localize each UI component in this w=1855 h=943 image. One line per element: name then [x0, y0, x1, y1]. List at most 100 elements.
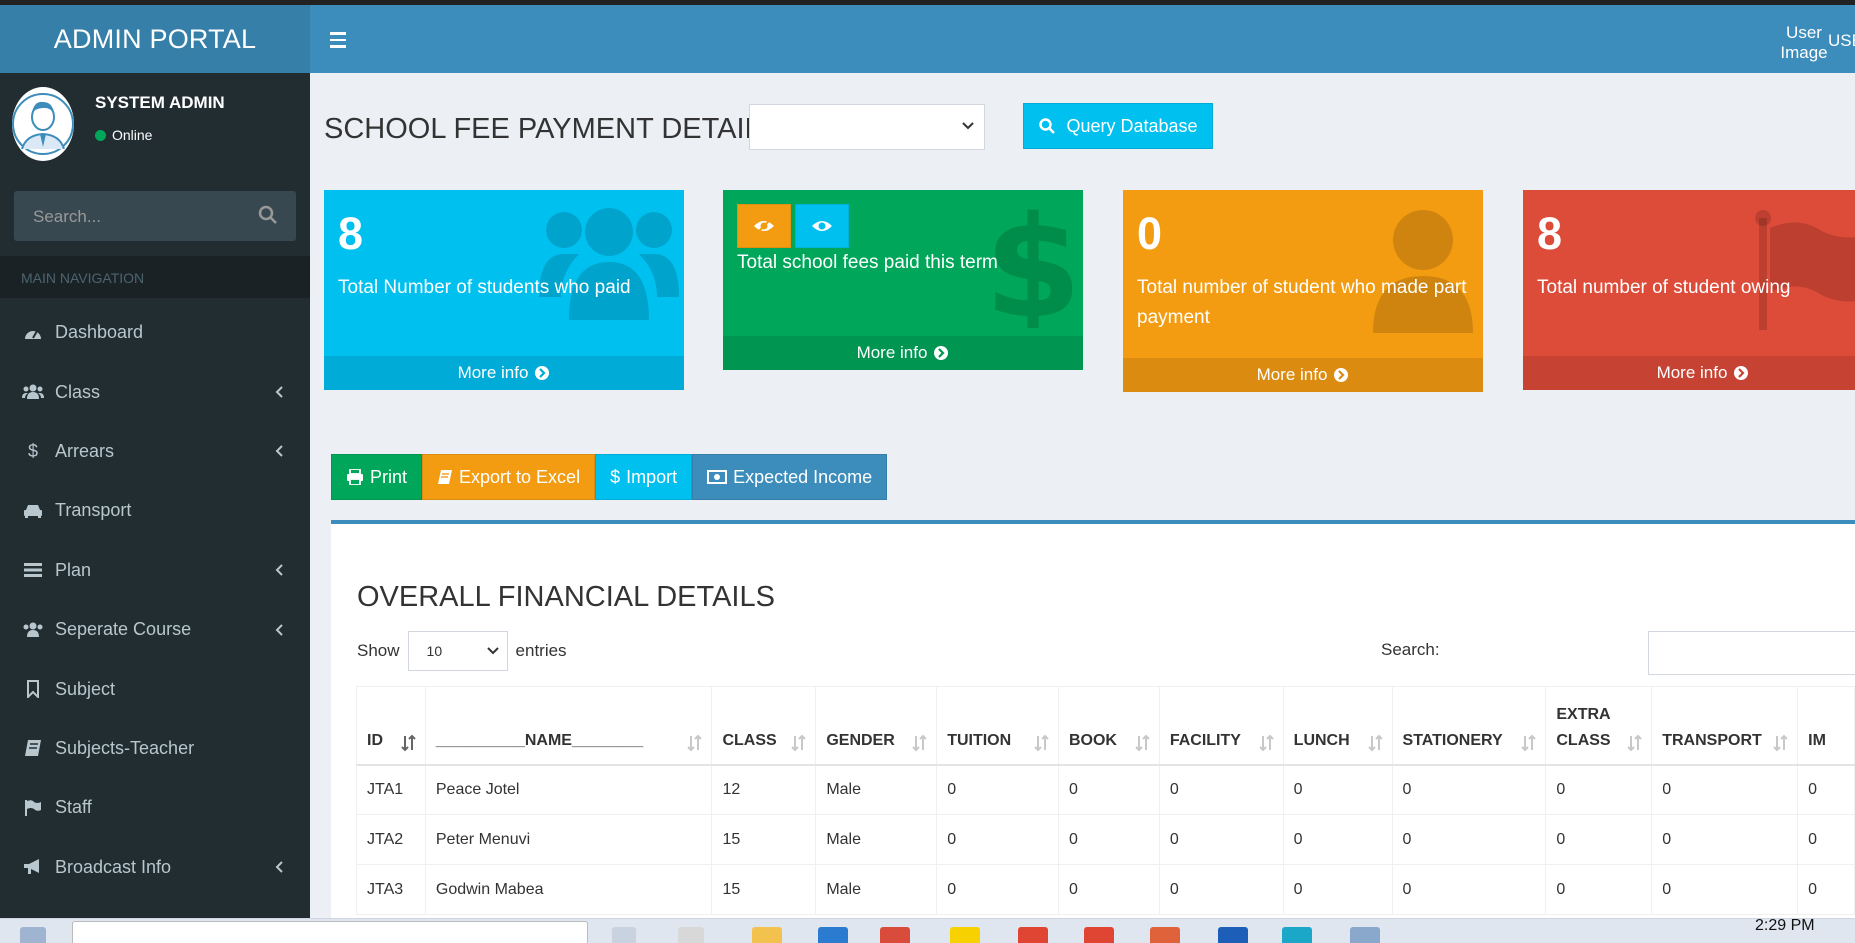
column-header[interactable]: GENDER: [815, 686, 938, 766]
table-row[interactable]: JTA3 Godwin Mabea 15 Male 0 0 0 0 0 0 0 0: [356, 864, 1855, 915]
app-icon[interactable]: [1018, 927, 1048, 943]
more-info-link[interactable]: More info: [324, 356, 684, 390]
money-icon: [707, 470, 728, 484]
import-button[interactable]: $ Import: [595, 454, 693, 500]
table-cell: 15: [711, 864, 817, 915]
more-info-link[interactable]: More info: [1123, 358, 1483, 392]
table-cell: 0: [1651, 764, 1799, 815]
entries-select[interactable]: 10: [407, 631, 508, 671]
sidebar-item-subject[interactable]: Subject: [0, 659, 310, 718]
sidebar-item-seperate-course[interactable]: Seperate Course: [0, 600, 310, 659]
sidebar-item-dashboard[interactable]: Dashboard: [0, 303, 310, 362]
sidebar-item-arrears[interactable]: $ Arrears: [0, 422, 310, 481]
sidebar-search-input[interactable]: Search...: [14, 191, 296, 241]
column-header[interactable]: EXTRA CLASS: [1545, 686, 1653, 766]
sidebar-item-staff[interactable]: Staff: [0, 778, 310, 837]
column-header[interactable]: TRANSPORT: [1651, 686, 1799, 766]
user-menu-name[interactable]: USE: [1828, 31, 1855, 51]
column-header[interactable]: __________NAME________: [424, 686, 713, 766]
dollar-icon: $: [993, 198, 1073, 328]
table-search-input[interactable]: [1648, 631, 1855, 675]
edge-icon[interactable]: [1282, 927, 1312, 943]
column-header[interactable]: BOOK: [1057, 686, 1160, 766]
chevron-left-icon: [275, 861, 283, 873]
query-database-button[interactable]: Query Database: [1023, 103, 1213, 149]
stat-value: 0: [1137, 208, 1163, 259]
chevron-left-icon: [275, 445, 283, 458]
table-cell: 0: [1651, 814, 1799, 865]
table-row[interactable]: JTA1 Peace Jotel 12 Male 0 0 0 0 0 0 0 0: [356, 764, 1855, 815]
sidebar-toggle-icon[interactable]: [330, 27, 356, 53]
table-cell: 0: [1545, 814, 1653, 865]
more-info-link[interactable]: More info: [1523, 356, 1855, 390]
page-title: SCHOOL FEE PAYMENT DETAILS: [324, 113, 781, 145]
brand-logo[interactable]: ADMIN PORTAL: [0, 5, 310, 73]
arrow-circle-right-icon: [535, 366, 550, 380]
app-icon[interactable]: [1218, 927, 1248, 943]
file-explorer-icon[interactable]: [752, 927, 782, 943]
search-icon: [1039, 118, 1056, 134]
widgets-icon[interactable]: [678, 927, 704, 943]
windows-start-icon[interactable]: [20, 927, 46, 943]
user-name: SYSTEM ADMIN: [95, 93, 225, 112]
bookmark-icon: [22, 679, 44, 699]
search-icon[interactable]: [257, 204, 279, 226]
column-header[interactable]: CLASS: [711, 686, 817, 766]
print-button[interactable]: Print: [331, 454, 423, 500]
expected-income-button[interactable]: Expected Income: [692, 454, 888, 500]
column-header[interactable]: TUITION: [936, 686, 1059, 766]
action-toolbar: Print Export to Excel $ Import Expected …: [331, 454, 888, 500]
app-icon[interactable]: [950, 927, 980, 943]
more-info-link[interactable]: More info: [723, 336, 1083, 370]
flag-icon: [22, 798, 44, 818]
table-row[interactable]: JTA2 Peter Menuvi 15 Male 0 0 0 0 0 0 0 0: [356, 814, 1855, 865]
table-cell: JTA2: [356, 814, 426, 865]
arrow-circle-right-icon: [934, 346, 949, 360]
sort-icon: [687, 734, 703, 751]
app-icon[interactable]: [1350, 927, 1380, 943]
stat-text: Total school fees paid this term: [737, 252, 998, 273]
sidebar-item-class[interactable]: Class: [0, 362, 310, 421]
users-icon: [22, 382, 44, 402]
export-excel-button[interactable]: Export to Excel: [422, 454, 596, 500]
panel-title: OVERALL FINANCIAL DETAILS: [357, 581, 775, 613]
table-cell: 15: [711, 814, 817, 865]
table-cell: 0: [1545, 764, 1653, 815]
app-icon[interactable]: [1150, 927, 1180, 943]
column-header[interactable]: STATIONERY: [1391, 686, 1547, 766]
table-cell: 12: [711, 764, 817, 815]
sidebar-item-plan[interactable]: Plan: [0, 541, 310, 600]
show-amount-button[interactable]: [795, 204, 849, 248]
table-body: JTA1 Peace Jotel 12 Male 0 0 0 0 0 0 0 0 JTA2 Peter M…: [356, 764, 1855, 915]
flag-icon: [1755, 210, 1855, 330]
table-cell: 0: [1057, 764, 1160, 815]
sidebar-item-transport[interactable]: Transport: [0, 481, 310, 540]
chrome-icon[interactable]: [880, 927, 910, 943]
vscode-icon[interactable]: [818, 927, 848, 943]
stat-value: 8: [1537, 208, 1563, 259]
task-view-icon[interactable]: [612, 927, 636, 943]
table-cell: 0: [1282, 764, 1393, 815]
chevron-down-icon: [486, 647, 499, 655]
column-header[interactable]: FACILITY: [1158, 686, 1284, 766]
sort-icon: [1773, 734, 1788, 751]
table-cell: 0: [1391, 814, 1547, 865]
table-cell: 0: [1545, 864, 1653, 915]
column-header[interactable]: ID: [356, 686, 426, 766]
user-panel: SYSTEM ADMIN Online: [0, 73, 310, 173]
table-cell: 0: [1158, 864, 1284, 915]
column-header[interactable]: IM: [1797, 686, 1855, 766]
term-select[interactable]: [749, 104, 985, 150]
table-cell: Male: [815, 864, 938, 915]
column-header[interactable]: LUNCH: [1282, 686, 1393, 766]
sort-icon: [1034, 734, 1049, 751]
sidebar-item-broadcast-info[interactable]: Broadcast Info: [0, 838, 310, 897]
table-cell: 0: [1391, 764, 1547, 815]
taskbar-search-input[interactable]: [72, 921, 588, 943]
sort-icon: [1627, 734, 1642, 751]
user-image-broken[interactable]: User Image: [1780, 23, 1828, 75]
book-icon: [22, 738, 44, 758]
hide-amount-button[interactable]: [737, 204, 791, 248]
sidebar-item-subjects-teacher[interactable]: Subjects-Teacher: [0, 719, 310, 778]
app-icon[interactable]: [1084, 927, 1114, 943]
